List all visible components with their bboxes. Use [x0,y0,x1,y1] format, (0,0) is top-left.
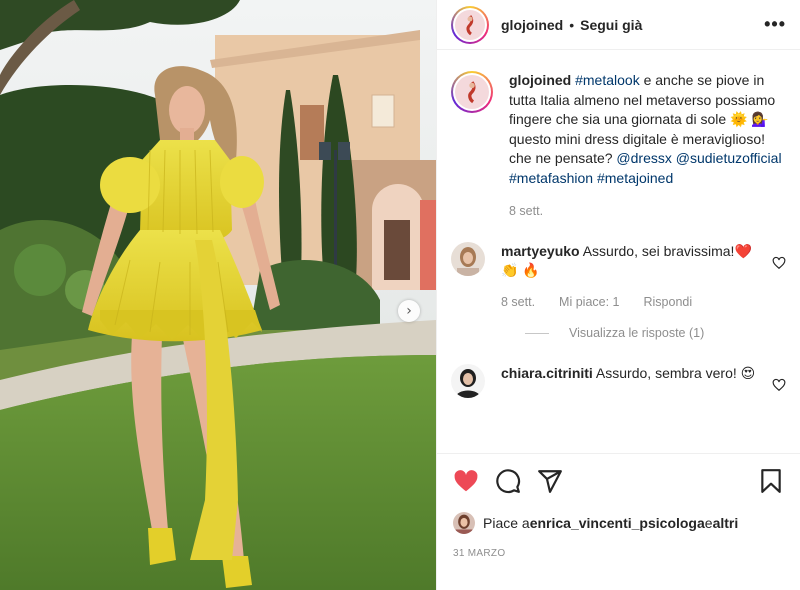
more-options-icon[interactable]: ••• [764,14,786,35]
commenter-avatar[interactable] [451,364,485,398]
post-date[interactable]: 31 marzo [453,548,784,559]
comment-text: Assurdo, sembra vero! [592,365,741,381]
comment-time[interactable]: 8 sett. [501,293,535,313]
liked-by-prefix: Piace a [483,515,530,531]
replies-divider [525,332,549,334]
comment-username[interactable]: chiara.citriniti [501,365,593,381]
author-username[interactable]: glojoined [501,17,563,33]
post-photo[interactable]: › [0,0,436,590]
liked-by-others[interactable]: altri [713,515,739,531]
comment-likes[interactable]: Mi piace: 1 [559,293,619,313]
caption-time[interactable]: 8 sett. [509,202,543,222]
comment-body: martyeyuko Assurdo, sei bravissima!❤️ 👏 … [501,242,762,313]
woman-tipping-hand-emoji: 💁‍♀️ [751,111,769,127]
liked-by-username[interactable]: enrica_vincenti_psicologa [530,515,705,531]
liker-avatar-image [453,512,475,534]
liker-avatar[interactable] [453,512,475,534]
comment-meta: 8 sett. Mi piace: 1 Rispondi [501,293,762,313]
mention-dressx[interactable]: @dressx [616,150,671,166]
comment-icon[interactable] [495,468,521,494]
bookmark-icon[interactable] [758,468,784,494]
caption-body: glojoined #metalook e anche se piove in … [509,71,786,222]
view-replies-button[interactable]: Visualizza le risposte (1) [525,326,786,340]
view-replies-label[interactable]: Visualizza le risposte (1) [569,326,704,340]
heart-filled-icon[interactable] [453,468,479,494]
reply-button[interactable]: Rispondi [644,293,693,313]
mention-sudietuzofficial[interactable]: @sudietuzofficial [676,150,782,166]
commenter-avatar-image [451,364,485,398]
comment-body: chiara.citriniti Assurdo, sembra vero! 😍 [501,364,762,384]
comment-like-heart-icon[interactable] [772,378,786,392]
caption: glojoined #metalook e anche se piove in … [451,71,786,222]
post-header: glojoined • Segui già ••• [437,0,800,50]
post-side-panel: glojoined • Segui già ••• glojoined #met… [436,0,800,590]
commenter-avatar-image [451,241,485,276]
caption-avatar[interactable] [451,71,493,113]
comment-like-heart-icon[interactable] [772,256,786,270]
liked-by-suffix: e [704,515,713,531]
comment-username[interactable]: martyeyuko [501,243,580,259]
hashtag-metafashion[interactable]: #metafashion [509,170,593,186]
caption-username[interactable]: glojoined [509,72,571,88]
caption-avatar-image [468,81,476,104]
comment-item: martyeyuko Assurdo, sei bravissima!❤️ 👏 … [451,241,786,313]
author-avatar-image [466,14,474,35]
share-icon[interactable] [537,468,563,494]
author-avatar[interactable] [451,5,489,44]
following-button[interactable]: Segui già [580,17,642,33]
comment-item: chiara.citriniti Assurdo, sembra vero! 😍 [451,364,786,398]
comment-text: Assurdo, sei bravissima! [579,242,735,259]
post-image-illustration [0,0,436,590]
sun-emoji: 🌞 [730,111,748,127]
comments-section: glojoined #metalook e anche se piove in … [437,51,800,453]
hashtag-metalook[interactable]: #metalook [575,72,640,88]
liked-by: Piace a enrica_vincenti_psicologa e altr… [453,512,784,534]
post-actions: Piace a enrica_vincenti_psicologa e altr… [437,453,800,559]
caption-meta: 8 sett. [509,202,786,222]
comment-emojis: 😍 [740,365,756,381]
commenter-avatar[interactable] [451,241,485,276]
header-separator: • [569,16,575,33]
hashtag-metajoined[interactable]: #metajoined [597,170,673,186]
caption-text: glojoined #metalook e anche se piove in … [509,71,786,188]
carousel-next-icon[interactable]: › [398,300,420,322]
